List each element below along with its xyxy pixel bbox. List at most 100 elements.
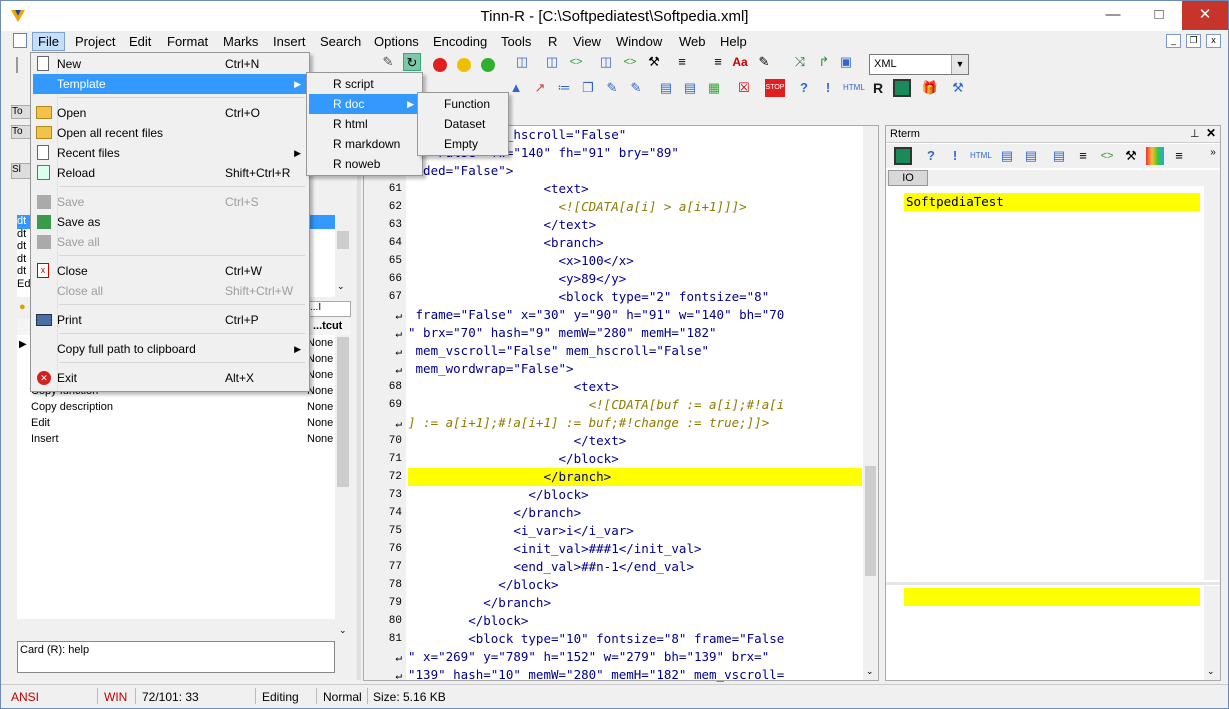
font-case-icon[interactable]: Aa — [731, 53, 749, 71]
html-icon[interactable]: HTML — [970, 147, 992, 165]
code-line[interactable]: ] := a[i+1];#!a[i+1] := buf;#!change := … — [408, 414, 862, 432]
code-line[interactable]: </branch> — [408, 504, 862, 522]
wordwrap-icon[interactable]: ≡ — [709, 53, 727, 71]
menu-item-reload[interactable]: Reload Shift+Ctrl+R — [33, 163, 307, 183]
rterm-scrollbar[interactable] — [1204, 186, 1220, 580]
menu-view[interactable]: View — [573, 34, 601, 49]
code-line[interactable]: </branch> — [408, 594, 862, 612]
gift-icon[interactable]: 🎁 — [921, 79, 939, 97]
yellow-circle-icon[interactable] — [457, 58, 471, 72]
editor-scroll-thumb[interactable] — [865, 466, 876, 576]
menu-search[interactable]: Search — [320, 34, 361, 49]
tree-item[interactable]: dt — [17, 265, 30, 278]
tab-io[interactable]: IO — [888, 170, 928, 186]
rterm-input[interactable] — [904, 588, 1200, 606]
menu-format[interactable]: Format — [167, 34, 208, 49]
code-line[interactable]: </block> — [408, 450, 862, 468]
code-line[interactable]: <init_val>###1</init_val> — [408, 540, 862, 558]
chart-icon[interactable]: ↗ — [531, 79, 549, 97]
list-icon[interactable]: ≡ — [1074, 147, 1092, 165]
code-line[interactable]: </text> — [408, 432, 862, 450]
doc2-icon[interactable]: ▤ — [1022, 147, 1040, 165]
r-send-icon[interactable]: ▲ — [507, 79, 525, 97]
menu-tools[interactable]: Tools — [501, 34, 531, 49]
code-line[interactable]: <end_val>##n-1</end_val> — [408, 558, 862, 576]
table-row-name[interactable]: Insert — [31, 433, 59, 445]
scroll-down-icon[interactable]: ⌄ — [337, 281, 345, 292]
html-icon[interactable]: HTML — [843, 79, 865, 97]
code-tags-icon[interactable]: <> — [567, 53, 585, 71]
splitter[interactable] — [357, 105, 361, 680]
rterm-console-icon[interactable] — [894, 147, 912, 165]
refresh-icon[interactable]: ↻ — [403, 53, 421, 71]
tool-icon[interactable]: ⚒ — [645, 53, 663, 71]
rterm-icon[interactable] — [893, 79, 911, 97]
code-line[interactable]: " brx="70" hash="9" memW="280" memH="182… — [408, 324, 862, 342]
menu-item-recent-files[interactable]: Recent files ▶ — [33, 143, 307, 163]
panel-left-icon[interactable]: ◫ — [543, 53, 561, 71]
table-row-name[interactable]: Edit — [31, 417, 50, 429]
menu-item-r-noweb[interactable]: R noweb — [309, 154, 420, 174]
menu-item-r-script[interactable]: R script — [309, 74, 420, 94]
table-row-shortcut[interactable]: None — [307, 433, 333, 445]
maximize-icon[interactable]: □ — [1136, 1, 1182, 30]
mdi-restore-icon[interactable]: ❐ — [1186, 34, 1201, 48]
menu-item-new[interactable]: New Ctrl+N — [33, 54, 307, 74]
scroll-down-icon[interactable]: ⌄ — [339, 625, 347, 636]
steps-icon[interactable]: ≔ — [555, 79, 573, 97]
tree-item[interactable]: dt — [17, 215, 30, 228]
menu-item-exit[interactable]: ✕ Exit Alt+X — [33, 368, 307, 388]
copy-icon[interactable]: ❐ — [579, 79, 597, 97]
rterm-input-scrollbar[interactable]: ⌄ — [1204, 586, 1220, 680]
menu-item-open-recent[interactable]: Open all recent files — [33, 123, 307, 143]
tree-item[interactable]: dt — [17, 253, 30, 266]
menu-item-empty[interactable]: Empty — [420, 134, 506, 154]
tree-item[interactable]: Ed — [17, 278, 30, 291]
menu-item-r-markdown[interactable]: R markdown — [309, 134, 420, 154]
table-row-shortcut[interactable]: None — [307, 385, 333, 397]
tree-scrollbar[interactable]: ⌄ — [335, 215, 351, 297]
menu-file[interactable]: File — [32, 32, 65, 51]
color-icon[interactable] — [1146, 147, 1164, 165]
code-line[interactable]: frame="False" x="30" y="90" h="91" w="14… — [408, 306, 862, 324]
menu-item-r-doc[interactable]: R doc ▶ — [309, 94, 420, 114]
code-editor[interactable]: l="False" mem_hscroll="False" ap="False" … — [363, 125, 879, 683]
pin-icon[interactable]: ⊥ — [1190, 127, 1200, 140]
code-line[interactable]: <block type="2" fontsize="8" — [408, 288, 862, 306]
code-line[interactable]: <![CDATA[buf := a[i];#!a[i — [408, 396, 862, 414]
tree-scroll-thumb[interactable] — [337, 231, 349, 249]
highlighter-icon[interactable]: ✎ — [755, 53, 773, 71]
table-row-name[interactable]: Copy description — [31, 401, 113, 413]
menu-item-save-as[interactable]: Save as — [33, 212, 307, 232]
panel-right-icon[interactable]: ◫ — [597, 53, 615, 71]
rterm-splitter[interactable] — [886, 582, 1220, 585]
menu-item-print[interactable]: Print Ctrl+P — [33, 310, 307, 330]
code-line[interactable]: <branch> — [408, 234, 862, 252]
code-line[interactable]: "139" hash="10" memW="280" memH="182" me… — [408, 666, 862, 684]
pencil-icon[interactable]: ✎ — [379, 53, 397, 71]
menu-help[interactable]: Help — [720, 34, 747, 49]
code-line[interactable]: <text> — [408, 180, 862, 198]
brush2-icon[interactable]: ✎ — [627, 79, 645, 97]
code-line[interactable]: </block> — [408, 576, 862, 594]
close-icon[interactable]: ✕ — [1206, 126, 1216, 140]
code-line[interactable]: <x>100</x> — [408, 252, 862, 270]
code-line[interactable]: olded="False"> — [408, 162, 862, 180]
grid-icon[interactable]: ▦ — [705, 79, 723, 97]
branch-icon[interactable]: ↱ — [815, 53, 833, 71]
menu-item-function[interactable]: Function — [420, 94, 506, 114]
menu-edit[interactable]: Edit — [129, 34, 151, 49]
exclaim-icon[interactable]: ! — [819, 79, 837, 97]
code-tags-2-icon[interactable]: <> — [621, 53, 639, 71]
code-tags-icon[interactable]: <> — [1098, 147, 1116, 165]
code-line[interactable]: <text> — [408, 378, 862, 396]
monitor-icon[interactable]: ▣ — [837, 53, 855, 71]
window2-icon[interactable]: ▤ — [681, 79, 699, 97]
code-lines[interactable]: l="False" mem_hscroll="False" ap="False" … — [364, 126, 864, 683]
code-line[interactable]: <i_var>i</i_var> — [408, 522, 862, 540]
table-row-shortcut[interactable]: None — [307, 401, 333, 413]
help-icon[interactable]: ? — [922, 147, 940, 165]
code-line[interactable]: <![CDATA[a[i] > a[i+1]]]> — [408, 198, 862, 216]
menu-encoding[interactable]: Encoding — [433, 34, 487, 49]
chevron-down-icon[interactable]: ▼ — [951, 55, 968, 74]
